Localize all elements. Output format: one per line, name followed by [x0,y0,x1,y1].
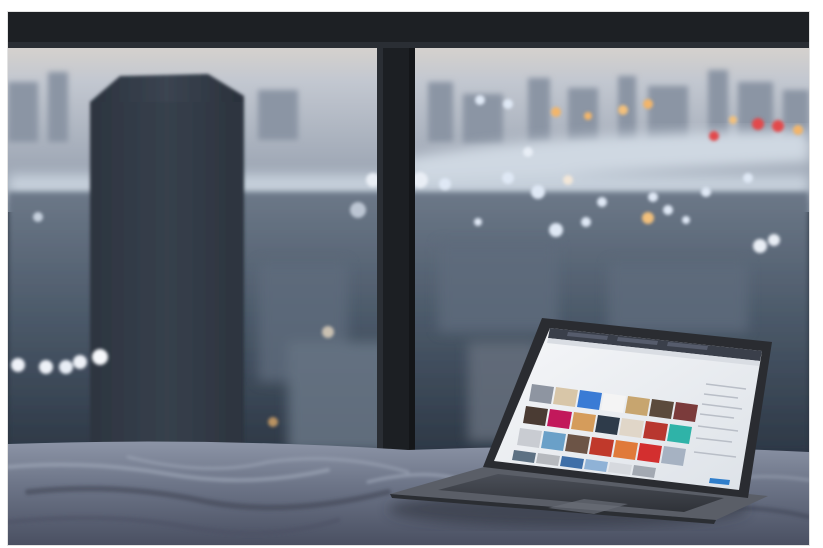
photo-canvas [8,12,809,545]
photograph [8,12,809,545]
photo-frame [0,0,823,548]
tower [90,74,244,452]
